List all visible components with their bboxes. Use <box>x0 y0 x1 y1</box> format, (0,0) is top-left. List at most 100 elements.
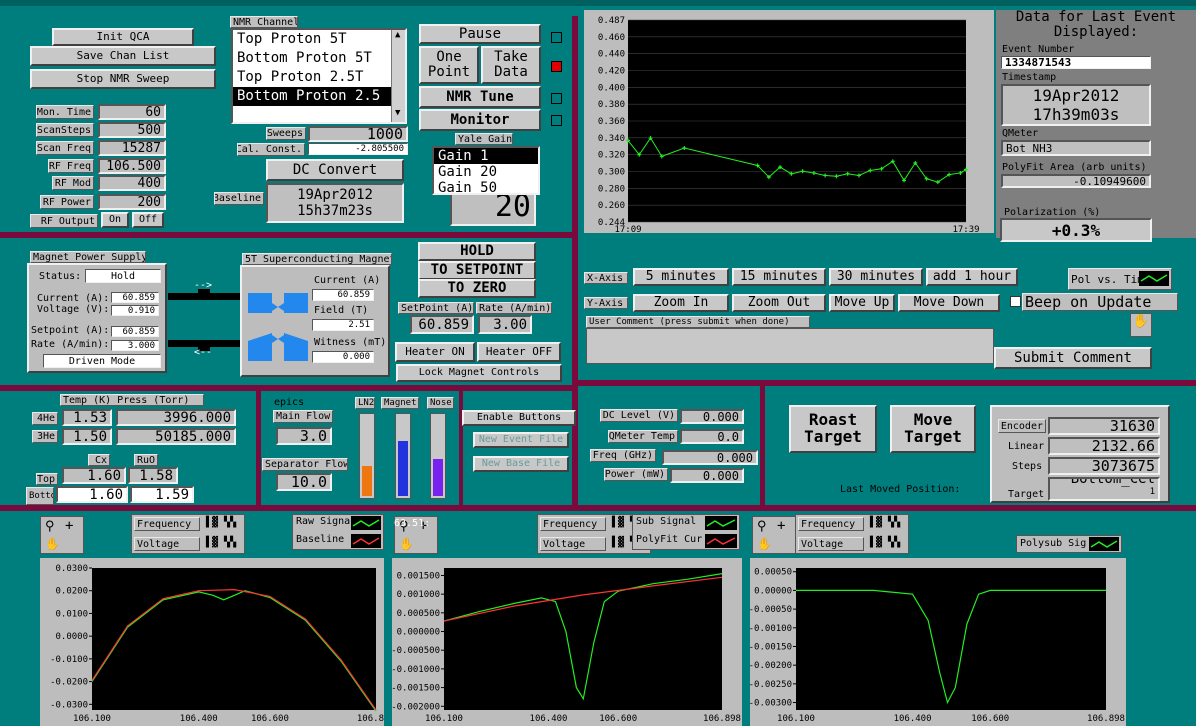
gain-item-selected[interactable]: Gain 1 <box>434 148 538 164</box>
x-30min-button[interactable]: 30 minutes <box>829 268 923 286</box>
move-target-button[interactable]: Move Target <box>890 405 976 453</box>
nmr-channel-item[interactable]: Bottom Proton 5T <box>233 49 405 68</box>
plot3-toolbar[interactable]: ⚲ + ✋ <box>752 516 796 554</box>
axis-format-icon[interactable]: ▌▓ ▚▚ <box>206 517 236 528</box>
dc-convert-button[interactable]: DC Convert <box>266 159 404 181</box>
roast-target-button[interactable]: Roast Target <box>789 405 877 453</box>
nmr-channel-item-selected[interactable]: Bottom Proton 2.5 <box>233 87 405 106</box>
y-tick-label: 0.360 <box>598 117 625 127</box>
pan-icon[interactable]: ✋ <box>45 537 60 551</box>
rf-freq-field[interactable]: 106.500 <box>98 158 166 174</box>
beep-checkbox[interactable] <box>1010 296 1021 307</box>
move-down-button[interactable]: Move Down <box>898 294 1000 312</box>
nmr-tune-button[interactable]: NMR Tune <box>419 86 541 108</box>
rate-field[interactable]: 3.00 <box>478 315 532 334</box>
x-add-hour-button[interactable]: add 1 hour <box>926 268 1018 286</box>
last-event-title: Data for Last Event Displayed: <box>1015 9 1177 40</box>
pol-vs-time-label: Pol vs. Tim <box>1071 272 1144 286</box>
axis-format-icon[interactable]: ▌▓ ▚▚ <box>870 517 900 528</box>
crosshair-icon[interactable]: + <box>777 518 785 534</box>
to-zero-button[interactable]: TO ZERO <box>418 279 536 298</box>
x-15min-button[interactable]: 15 minutes <box>732 268 826 286</box>
sc-magnet-label: 5T Superconducting Magnet <box>242 253 392 265</box>
hold-button[interactable]: HOLD <box>418 242 536 261</box>
submit-comment-button[interactable]: Submit Comment <box>994 347 1152 369</box>
init-qca-button[interactable]: Init QCA <box>52 28 194 46</box>
axis-format-icon[interactable]: ▌▓ ▚▚ <box>870 537 900 548</box>
monitor-button[interactable]: Monitor <box>419 109 541 131</box>
setpoint-field[interactable]: 60.859 <box>410 315 474 334</box>
x-tick-label: 106.600 <box>599 714 637 724</box>
user-comment-input[interactable] <box>586 328 994 364</box>
x-tick-label: 106.400 <box>530 714 568 724</box>
axis-format-icon[interactable]: ▌▓ ▚▚ <box>206 537 236 548</box>
to-setpoint-button[interactable]: TO SETPOINT <box>418 261 536 280</box>
list-scrollbar[interactable]: ▲ ▼ <box>391 30 405 122</box>
zoom-icon[interactable]: ⚲ <box>45 519 55 534</box>
hand-tool-icon[interactable]: ✋ <box>1130 313 1152 337</box>
nmr-channel-list[interactable]: Top Proton 5T Bottom Proton 5T Top Proto… <box>231 28 407 124</box>
rf-freq-label: RF Freq <box>48 159 94 173</box>
mps-setpoint-field: 60.859 <box>111 326 159 337</box>
cal-const-field[interactable]: -2.805500 <box>308 143 408 155</box>
zoom-in-button[interactable]: Zoom In <box>633 294 729 312</box>
yale-gain-list[interactable]: Gain 1 Gain 20 Gain 50 <box>432 146 540 195</box>
crosshair-icon[interactable]: + <box>65 518 73 534</box>
rf-mod-field[interactable]: 400 <box>98 175 166 191</box>
legend-polysub: Polysub Sig <box>1020 538 1087 549</box>
scroll-up-icon[interactable]: ▲ <box>395 30 400 40</box>
voltage-axis-label: Voltage <box>540 537 606 551</box>
rf-on-button[interactable]: On <box>101 212 129 228</box>
save-chan-list-button[interactable]: Save Chan List <box>30 46 216 66</box>
nmr-channel-item[interactable]: Top Proton 5T <box>233 30 405 49</box>
plot1-toolbar[interactable]: ⚲ + ✋ <box>40 516 84 554</box>
steps-field: 3073675 <box>1048 457 1160 475</box>
rf-off-button[interactable]: Off <box>132 212 164 228</box>
scan-steps-field[interactable]: 500 <box>98 122 166 138</box>
y-axis-label: Y-Axis <box>584 297 628 309</box>
one-point-button[interactable]: One Point <box>419 46 479 84</box>
heater-off-button[interactable]: Heater OFF <box>477 342 561 362</box>
rf-power-field[interactable]: 200 <box>98 194 166 210</box>
baseline-timestamp: 19Apr2012 15h37m23s <box>266 183 404 223</box>
nmr-channel-item[interactable]: Top Proton 2.5T <box>233 68 405 87</box>
gain-item[interactable]: Gain 20 <box>434 164 538 180</box>
scan-freq-field[interactable]: 15287 <box>98 140 166 156</box>
new-event-file-button[interactable]: New Event File <box>473 432 569 448</box>
y-tick-label: 0.0100 <box>55 609 88 619</box>
plot1-scale-panel: Frequency Voltage ▌▓ ▚▚ ▌▓ ▚▚ <box>131 514 245 554</box>
y-tick-label: 0.0200 <box>55 587 88 597</box>
enable-buttons-button[interactable]: Enable Buttons <box>462 410 576 426</box>
scroll-down-icon[interactable]: ▼ <box>395 108 400 118</box>
y-tick-label: -0.0200 <box>50 678 88 688</box>
x-5min-button[interactable]: 5 minutes <box>633 268 729 286</box>
mon-time-field[interactable]: 60 <box>98 104 166 120</box>
pan-icon[interactable]: ✋ <box>399 537 414 551</box>
lock-magnet-button[interactable]: Lock Magnet Controls <box>396 364 562 382</box>
y-tick-label: 0.460 <box>598 33 625 43</box>
stop-nmr-sweep-button[interactable]: Stop NMR Sweep <box>30 69 216 89</box>
gain-item[interactable]: Gain 50 <box>434 180 538 193</box>
mps-rate-field: 3.000 <box>111 340 159 351</box>
y-tick-label: 0.440 <box>598 50 625 60</box>
x-tick-label: 106.898 <box>703 714 741 724</box>
new-base-file-button[interactable]: New Base File <box>473 456 569 472</box>
take-data-button[interactable]: Take Data <box>481 46 541 84</box>
nmr-tune-indicator <box>551 93 562 104</box>
move-up-button[interactable]: Move Up <box>829 294 895 312</box>
x-tick-label: 106.400 <box>894 714 932 724</box>
qmeter-temp-label: QMeter Temp <box>608 430 678 443</box>
plot-area <box>796 568 1106 710</box>
zoom-icon[interactable]: ⚲ <box>757 519 767 534</box>
ruo-label: RuO <box>134 454 158 466</box>
pan-icon[interactable]: ✋ <box>757 537 772 551</box>
sc-current-field: 60.859 <box>312 289 374 301</box>
magnet-tank-gauge <box>395 413 411 499</box>
main-flow-label: Main Flow <box>273 410 333 423</box>
user-comment-label: User Comment (press submit when done) <box>586 316 810 328</box>
heater-on-button[interactable]: Heater ON <box>395 342 475 362</box>
pause-button[interactable]: Pause <box>419 24 541 44</box>
plot3-scale-panel: Frequency Voltage ▌▓ ▚▚ ▌▓ ▚▚ <box>795 514 909 554</box>
zoom-out-button[interactable]: Zoom Out <box>732 294 826 312</box>
sweeps-field[interactable]: 1000 <box>308 126 408 142</box>
